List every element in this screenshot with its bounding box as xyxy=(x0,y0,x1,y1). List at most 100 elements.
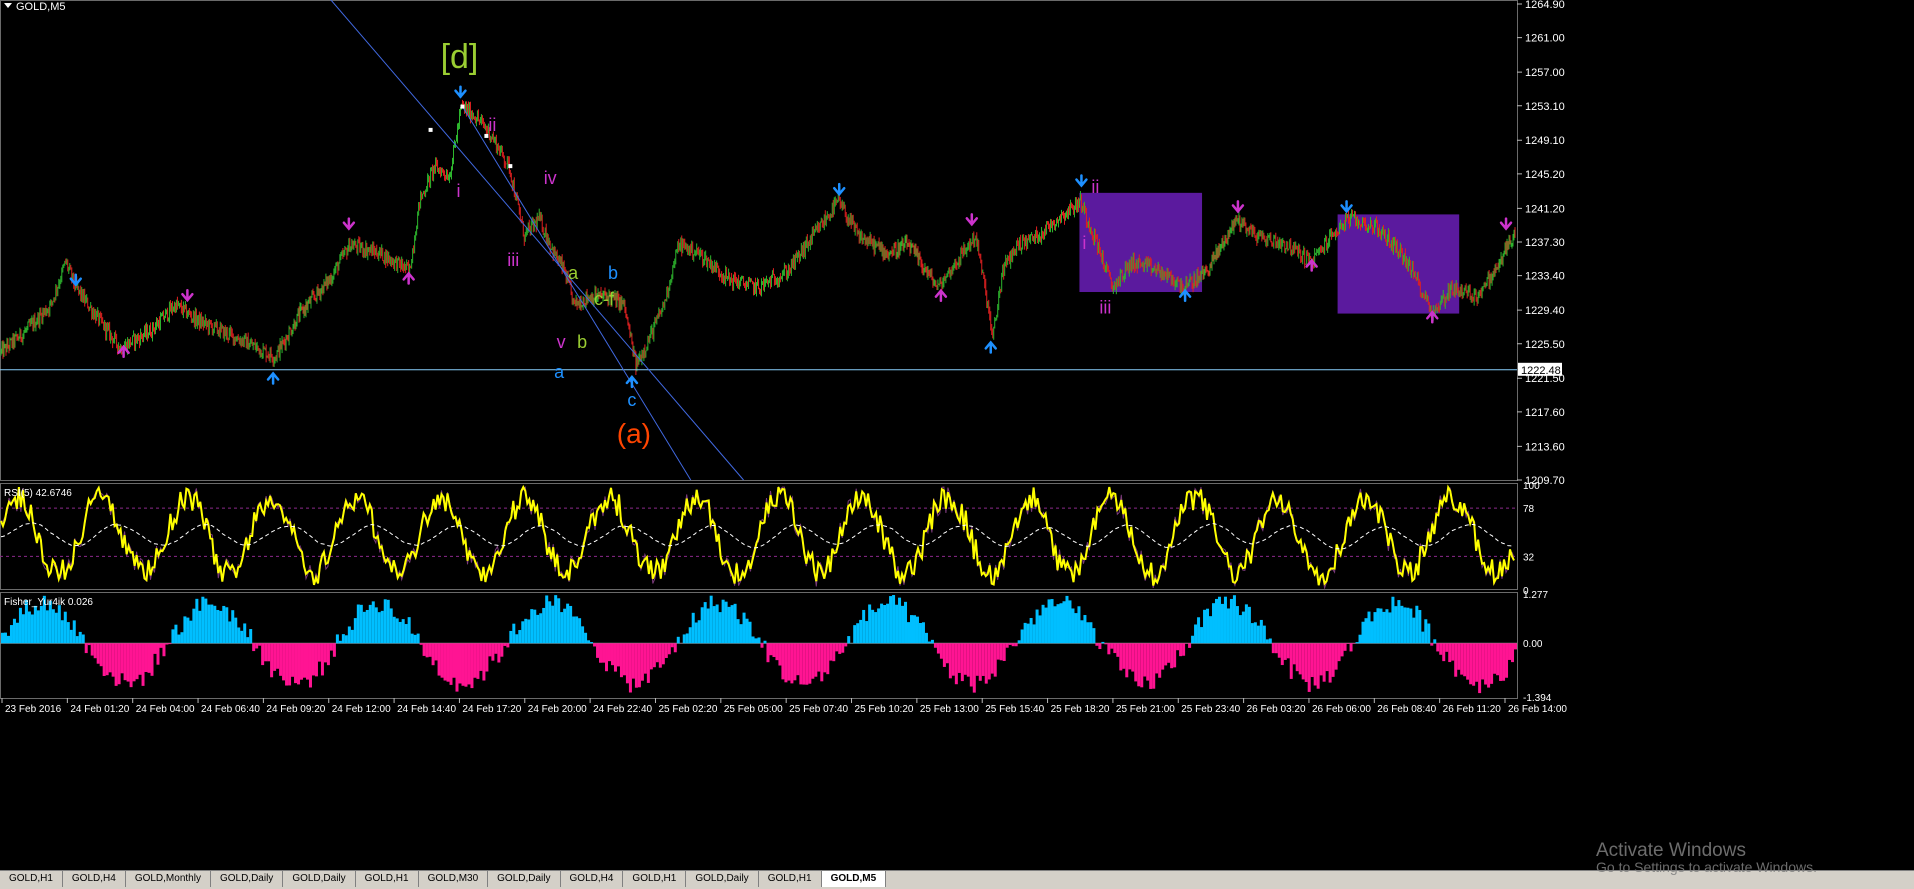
chart-symbol-title: GOLD,M5 xyxy=(16,1,66,13)
wave-label: c-f xyxy=(594,289,615,309)
fisher-bar xyxy=(1221,604,1224,643)
fisher-bar xyxy=(1036,610,1039,644)
fisher-bar xyxy=(1472,643,1475,685)
fisher-bar xyxy=(611,643,614,665)
chart-tab[interactable]: GOLD,H1 xyxy=(759,871,822,887)
fisher-bar xyxy=(1242,612,1245,644)
chart-tab[interactable]: GOLD,Daily xyxy=(488,871,560,887)
fisher-bar xyxy=(399,622,402,643)
chart-tab[interactable]: GOLD,Daily xyxy=(211,871,283,887)
current-line-value: 1222.48 xyxy=(1521,365,1561,377)
fisher-bar xyxy=(823,643,826,672)
fisher-bar xyxy=(145,643,148,672)
fisher-bar xyxy=(279,643,282,676)
fisher-bar xyxy=(330,643,333,650)
fisher-bar xyxy=(1379,609,1382,644)
channel-anchor-point[interactable] xyxy=(429,128,433,132)
chart-tab[interactable]: GOLD,Daily xyxy=(283,871,355,887)
fisher-bar xyxy=(252,643,255,651)
fisher-bar xyxy=(1427,624,1430,644)
fisher-bar xyxy=(1152,643,1155,688)
fisher-bar xyxy=(470,643,473,688)
chart-tab[interactable]: GOLD,H1 xyxy=(0,871,63,887)
fisher-bar xyxy=(213,606,216,643)
fisher-bar xyxy=(898,598,901,644)
fisher-bar xyxy=(596,643,599,658)
fisher-bar xyxy=(623,643,626,675)
fisher-bar xyxy=(106,643,109,675)
fisher-bar xyxy=(1412,618,1415,644)
fisher-bar xyxy=(225,607,228,643)
fisher-bar xyxy=(1018,640,1021,643)
fisher-bar xyxy=(1347,643,1350,644)
fisher-bar xyxy=(19,608,22,643)
fisher-bar xyxy=(1284,643,1287,660)
fisher-bar xyxy=(713,606,716,643)
chart-tab[interactable]: GOLD,H1 xyxy=(623,871,686,887)
wave-label: c xyxy=(627,390,636,410)
channel-anchor-point[interactable] xyxy=(508,164,512,168)
fisher-bar xyxy=(1460,643,1463,674)
fisher-bar xyxy=(500,643,503,656)
fisher-bar xyxy=(1335,643,1338,669)
chart-tab[interactable]: GOLD,H4 xyxy=(63,871,126,887)
fisher-bar xyxy=(994,643,997,676)
fisher-bar xyxy=(363,612,366,643)
channel-anchor-point[interactable] xyxy=(460,105,464,109)
fisher-bar xyxy=(186,618,189,644)
fisher-bar xyxy=(1233,595,1236,643)
fisher-bar xyxy=(533,610,536,644)
fisher-bar xyxy=(234,618,237,644)
wave-label: iii xyxy=(1099,298,1111,318)
chart-tab[interactable]: GOLD,M30 xyxy=(419,871,489,887)
chart-tab[interactable]: GOLD,Monthly xyxy=(126,871,211,887)
chart-area[interactable]: [d]iiiiviiiabc-fvbac(a)iiiiii1264.901261… xyxy=(0,0,1914,888)
fisher-bars-group xyxy=(1,595,1517,693)
chart-tab-active[interactable]: GOLD,M5 xyxy=(822,871,887,887)
fisher-bar xyxy=(4,633,7,644)
fisher-bar xyxy=(572,617,575,644)
fisher-bar xyxy=(617,643,620,666)
fisher-bar xyxy=(811,643,814,679)
fisher-axis-label: 1.277 xyxy=(1523,590,1548,601)
fisher-bar xyxy=(614,643,617,671)
time-axis-label: 26 Feb 08:40 xyxy=(1377,704,1436,715)
time-axis-label: 25 Feb 05:00 xyxy=(724,704,783,715)
fisher-bar xyxy=(82,634,85,643)
dropdown-triangle-icon[interactable] xyxy=(4,3,12,8)
fisher-bar xyxy=(1110,643,1113,648)
wave-label: a xyxy=(568,263,579,283)
chart-tab[interactable]: GOLD,H4 xyxy=(561,871,624,887)
fisher-bar xyxy=(375,607,378,643)
fisher-bar xyxy=(1436,643,1439,651)
fisher-bar xyxy=(692,613,695,643)
fisher-bar xyxy=(1314,643,1317,685)
fisher-bar xyxy=(28,612,31,644)
fisher-bar xyxy=(1439,643,1442,655)
fisher-bar xyxy=(704,602,707,643)
fisher-bar xyxy=(426,643,429,657)
fisher-bar xyxy=(775,643,778,660)
fisher-bar xyxy=(967,643,970,676)
fisher-bar xyxy=(716,604,719,643)
fisher-bar xyxy=(1391,597,1394,643)
fisher-bar xyxy=(659,643,662,667)
chart-canvas[interactable]: [d]iiiiviiiabc-fvbac(a)iiiiii1264.901261… xyxy=(0,0,1914,870)
fisher-bar xyxy=(1356,642,1359,643)
fisher-bar xyxy=(1257,626,1260,644)
fisher-bar xyxy=(201,597,204,644)
fisher-bar xyxy=(354,618,357,643)
time-axis-label: 24 Feb 06:40 xyxy=(201,704,260,715)
fisher-bar xyxy=(61,620,64,643)
trend-channel-line[interactable] xyxy=(461,105,690,480)
fisher-bar xyxy=(1254,622,1257,643)
fisher-bar xyxy=(1131,643,1134,671)
fisher-bar xyxy=(638,643,641,687)
chart-tab[interactable]: GOLD,Daily xyxy=(686,871,758,887)
time-axis-label: 24 Feb 14:40 xyxy=(397,704,456,715)
fisher-bar xyxy=(411,634,414,644)
chart-tab[interactable]: GOLD,H1 xyxy=(356,871,419,887)
fisher-bar xyxy=(734,604,737,643)
fisher-bar xyxy=(1074,613,1077,643)
fisher-bar xyxy=(647,643,650,683)
